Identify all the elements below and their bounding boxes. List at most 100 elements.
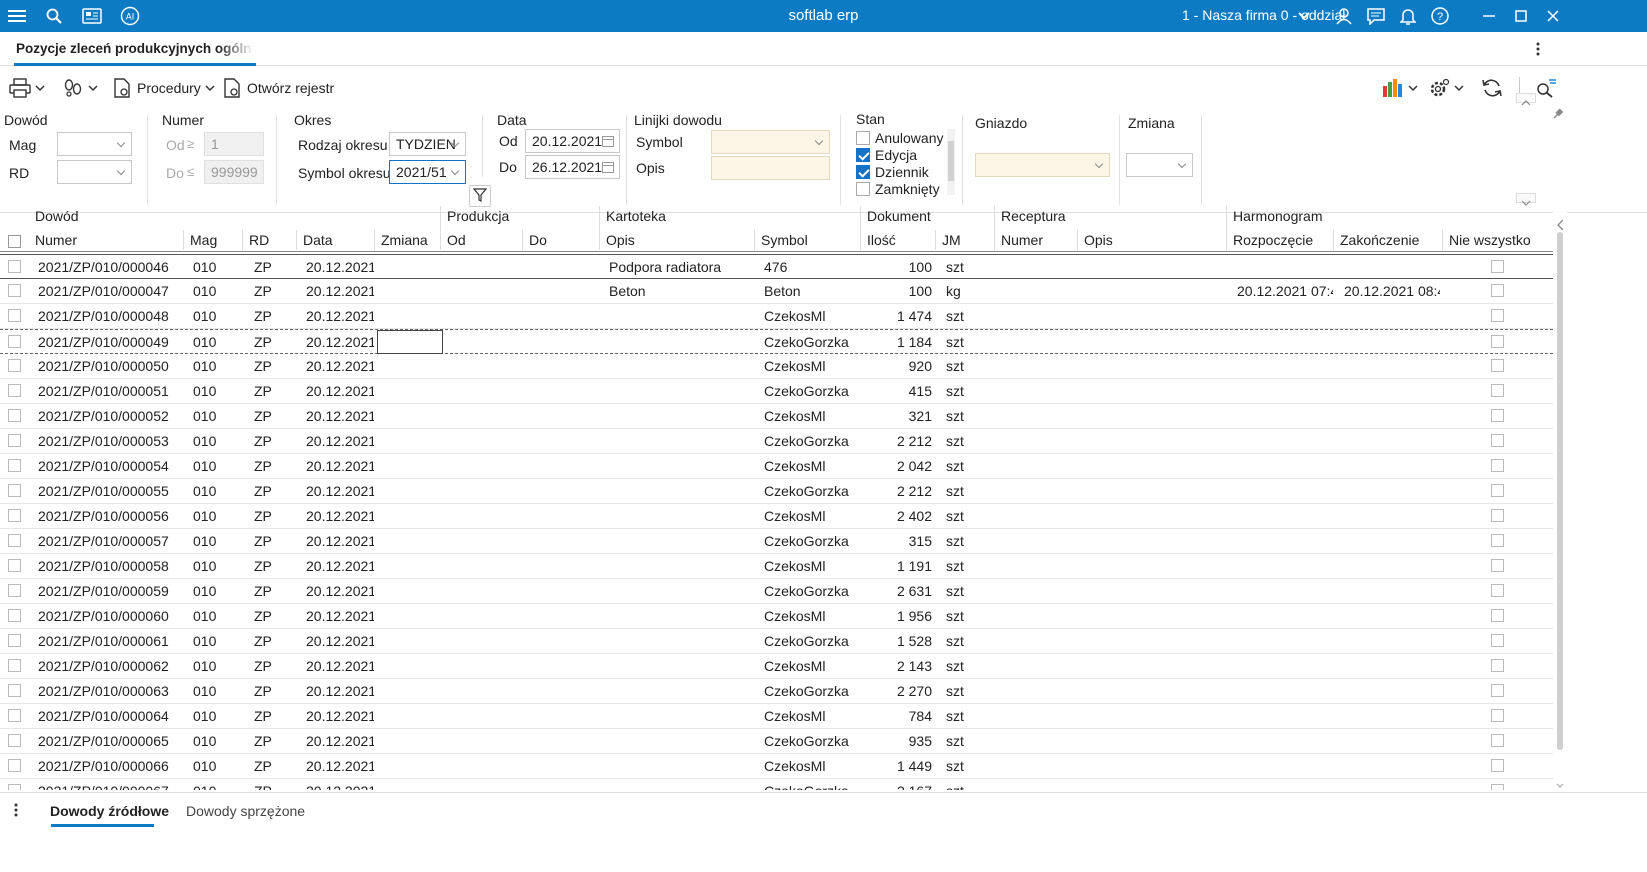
cell-rozpoczecie[interactable] — [1237, 404, 1333, 428]
row-select-checkbox[interactable] — [8, 384, 21, 397]
nie-wszystko-checkbox[interactable] — [1491, 734, 1504, 747]
table-row[interactable]: 2021/ZP/010/000053 010 ZP 20.12.2021 CzekoGo… — [0, 429, 1553, 454]
cell-data[interactable]: 20.12.2021 — [306, 429, 374, 453]
cell-ilosc[interactable]: 935 — [862, 729, 932, 753]
cell-opis[interactable] — [609, 654, 754, 678]
nie-wszystko-checkbox[interactable] — [1491, 359, 1504, 372]
cell-opis[interactable]: Beton — [609, 279, 754, 303]
cell-rozpoczecie[interactable] — [1237, 479, 1333, 503]
tab-dowody-zrodlowe[interactable]: Dowody źródłowe — [50, 803, 169, 819]
cell-jm[interactable]: szt — [946, 579, 991, 603]
cell-rd[interactable]: ZP — [254, 604, 292, 628]
cell-mag[interactable]: 010 — [193, 679, 238, 703]
cell-mag[interactable]: 010 — [193, 504, 238, 528]
table-row[interactable]: 2021/ZP/010/000061 010 ZP 20.12.2021 CzekoGo… — [0, 629, 1553, 654]
nie-wszystko-checkbox[interactable] — [1491, 260, 1504, 273]
cell-numer[interactable]: 2021/ZP/010/000050 — [38, 354, 183, 378]
row-select-checkbox[interactable] — [8, 459, 21, 472]
chevron-down-icon[interactable] — [1296, 0, 1312, 32]
cell-numer[interactable]: 2021/ZP/010/000061 — [38, 629, 183, 653]
cell-numer[interactable]: 2021/ZP/010/000063 — [38, 679, 183, 703]
cell-jm[interactable]: szt — [946, 729, 991, 753]
cell-rd[interactable]: ZP — [254, 279, 292, 303]
table-row[interactable]: 2021/ZP/010/000054 010 ZP 20.12.2021 CzekosM… — [0, 454, 1553, 479]
cell-zakonczenie[interactable] — [1344, 504, 1440, 528]
nie-wszystko-checkbox[interactable] — [1491, 634, 1504, 647]
cell-data[interactable]: 20.12.2021 — [306, 704, 374, 728]
cell-mag[interactable]: 010 — [193, 754, 238, 778]
cell-opis[interactable] — [609, 504, 754, 528]
cell-mag[interactable]: 010 — [193, 529, 238, 553]
table-row[interactable]: 2021/ZP/010/000047 010 ZP 20.12.2021 Beton Be… — [0, 279, 1553, 304]
cell-ilosc[interactable]: 1 474 — [862, 304, 932, 328]
row-select-checkbox[interactable] — [8, 659, 21, 672]
table-row[interactable]: 2021/ZP/010/000064 010 ZP 20.12.2021 CzekosM… — [0, 704, 1553, 729]
cell-symbol[interactable]: CzekoGorzka — [764, 779, 859, 790]
cell-zakonczenie[interactable] — [1344, 429, 1440, 453]
cell-opis[interactable] — [609, 729, 754, 753]
nie-wszystko-checkbox[interactable] — [1491, 409, 1504, 422]
rodzaj-okresu-select[interactable]: TYDZIEN — [389, 132, 466, 156]
cell-opis[interactable] — [609, 304, 754, 328]
cell-zakonczenie[interactable] — [1344, 629, 1440, 653]
cell-zakonczenie[interactable] — [1344, 304, 1440, 328]
chat-icon[interactable] — [1365, 0, 1387, 32]
cell-opis[interactable] — [609, 754, 754, 778]
cell-ilosc[interactable]: 2 167 — [862, 779, 932, 790]
cell-data[interactable]: 20.12.2021 — [306, 379, 374, 403]
col-numer[interactable]: Numer — [30, 228, 77, 252]
table-row[interactable]: 2021/ZP/010/000059 010 ZP 20.12.2021 CzekoGo… — [0, 579, 1553, 604]
cell-zakonczenie[interactable] — [1344, 729, 1440, 753]
cell-data[interactable]: 20.12.2021 — [306, 679, 374, 703]
cell-rd[interactable]: ZP — [254, 479, 292, 503]
cell-jm[interactable]: szt — [946, 604, 991, 628]
cell-numer[interactable]: 2021/ZP/010/000052 — [38, 404, 183, 428]
table-row[interactable]: 2021/ZP/010/000050 010 ZP 20.12.2021 CzekosM… — [0, 354, 1553, 379]
cell-symbol[interactable]: 476 — [764, 255, 859, 279]
cell-ilosc[interactable]: 100 — [862, 255, 932, 279]
cell-symbol[interactable]: CzekoGorzka — [764, 429, 859, 453]
cell-mag[interactable]: 010 — [193, 330, 238, 354]
table-row[interactable]: 2021/ZP/010/000060 010 ZP 20.12.2021 CzekosM… — [0, 604, 1553, 629]
table-row[interactable]: 2021/ZP/010/000058 010 ZP 20.12.2021 CzekosM… — [0, 554, 1553, 579]
cell-rozpoczecie[interactable] — [1237, 554, 1333, 578]
cell-rd[interactable]: ZP — [254, 629, 292, 653]
cell-numer[interactable]: 2021/ZP/010/000048 — [38, 304, 183, 328]
cell-symbol[interactable]: CzekosMl — [764, 754, 859, 778]
nie-wszystko-checkbox[interactable] — [1491, 459, 1504, 472]
cell-rozpoczecie[interactable] — [1237, 379, 1333, 403]
cell-jm[interactable]: szt — [946, 654, 991, 678]
cell-data[interactable]: 20.12.2021 — [306, 304, 374, 328]
cell-opis[interactable] — [609, 579, 754, 603]
cell-mag[interactable]: 010 — [193, 379, 238, 403]
cell-rozpoczecie[interactable]: 20.12.2021 07:4 — [1237, 279, 1333, 303]
linijki-symbol-select[interactable] — [711, 130, 830, 154]
zmiana-select[interactable] — [1126, 153, 1193, 177]
nie-wszystko-checkbox[interactable] — [1491, 309, 1504, 322]
cell-opis[interactable] — [609, 629, 754, 653]
table-row[interactable]: 2021/ZP/010/000049 010 ZP 20.12.2021 CzekoGo… — [0, 329, 1553, 354]
cell-mag[interactable]: 010 — [193, 779, 238, 790]
cell-numer[interactable]: 2021/ZP/010/000053 — [38, 429, 183, 453]
cell-zakonczenie[interactable] — [1344, 754, 1440, 778]
cell-opis[interactable] — [609, 330, 754, 354]
calendar-icon[interactable] — [602, 134, 614, 150]
cell-rd[interactable]: ZP — [254, 429, 292, 453]
dziennik-checkbox[interactable] — [856, 165, 870, 179]
cell-rd[interactable]: ZP — [254, 554, 292, 578]
cell-symbol[interactable]: CzekoGorzka — [764, 679, 859, 703]
help-icon[interactable]: ? — [1429, 0, 1451, 32]
cell-mag[interactable]: 010 — [193, 479, 238, 503]
cell-data[interactable]: 20.12.2021 — [306, 604, 374, 628]
cell-jm[interactable]: szt — [946, 479, 991, 503]
numer-od-input[interactable]: 1 — [204, 132, 264, 156]
cell-data[interactable]: 20.12.2021 — [306, 454, 374, 478]
cell-rd[interactable]: ZP — [254, 504, 292, 528]
close-icon[interactable] — [1542, 0, 1564, 32]
cell-numer[interactable]: 2021/ZP/010/000059 — [38, 579, 183, 603]
cell-numer[interactable]: 2021/ZP/010/000046 — [38, 255, 183, 279]
cell-zakonczenie[interactable] — [1344, 579, 1440, 603]
minimize-icon[interactable] — [1478, 0, 1500, 32]
table-row[interactable]: 2021/ZP/010/000055 010 ZP 20.12.2021 CzekoGo… — [0, 479, 1553, 504]
mag-select[interactable] — [57, 132, 132, 156]
